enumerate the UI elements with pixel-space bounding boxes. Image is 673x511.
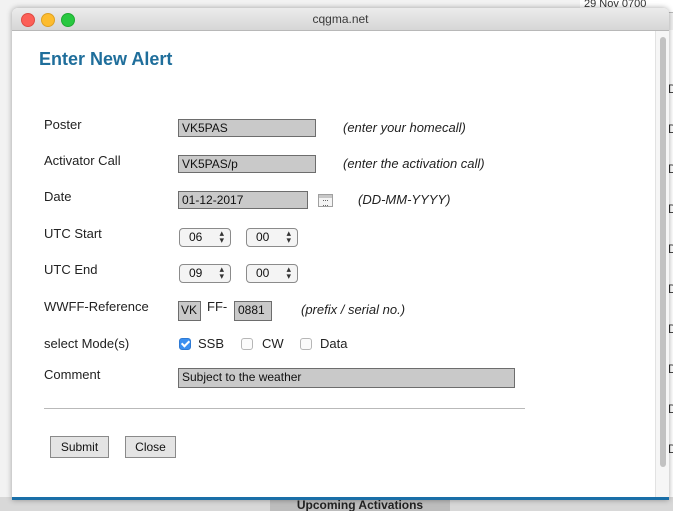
wwff-hint: (prefix / serial no.) bbox=[301, 302, 406, 317]
vertical-scrollbar[interactable] bbox=[655, 31, 669, 497]
utc-end-label: UTC End bbox=[44, 262, 98, 277]
comment-input[interactable]: Subject to the weather bbox=[178, 368, 515, 388]
alert-popup-window: cqgma.net Enter New Alert Poster VK5PAS … bbox=[12, 8, 669, 500]
scrollbar-thumb[interactable] bbox=[660, 37, 666, 467]
window-title: cqgma.net bbox=[312, 12, 369, 26]
updown-arrows-icon: ▴ ▾ bbox=[219, 264, 224, 281]
updown-arrows-icon: ▴ ▾ bbox=[219, 228, 224, 245]
activator-call-label: Activator Call bbox=[44, 153, 121, 168]
comment-label: Comment bbox=[44, 367, 101, 382]
activator-call-input[interactable]: VK5PAS/p bbox=[178, 155, 316, 173]
utc-start-minute-select[interactable]: 00 ▴ ▾ bbox=[246, 228, 298, 247]
wwff-prefix-input[interactable]: VK bbox=[178, 301, 201, 321]
poster-label: Poster bbox=[44, 117, 82, 132]
window-titlebar[interactable]: cqgma.net bbox=[12, 8, 669, 31]
utc-end-minute-value: 00 bbox=[256, 266, 270, 280]
activator-call-hint: (enter the activation call) bbox=[343, 156, 485, 171]
alert-form: Enter New Alert Poster VK5PAS (enter you… bbox=[12, 31, 655, 497]
mode-data-label[interactable]: Data bbox=[320, 336, 347, 351]
date-format-hint: (DD-MM-YYYY) bbox=[358, 192, 451, 207]
calendar-icon[interactable] bbox=[318, 194, 333, 207]
updown-arrows-icon: ▴ ▾ bbox=[286, 264, 291, 281]
utc-end-hour-select[interactable]: 09 ▴ ▾ bbox=[179, 264, 231, 283]
wwff-serial-input[interactable]: 0881 bbox=[234, 301, 272, 321]
utc-end-hour-value: 09 bbox=[189, 266, 203, 280]
poster-input[interactable]: VK5PAS bbox=[178, 119, 316, 137]
wwff-separator: FF- bbox=[207, 299, 228, 314]
wwff-reference-label: WWFF-Reference bbox=[44, 299, 149, 314]
date-input[interactable]: 01-12-2017 bbox=[178, 191, 308, 209]
mode-ssb-checkbox[interactable] bbox=[179, 338, 191, 350]
mode-ssb-label[interactable]: SSB bbox=[198, 336, 224, 351]
poster-hint: (enter your homecall) bbox=[343, 120, 466, 135]
utc-start-label: UTC Start bbox=[44, 226, 102, 241]
date-label: Date bbox=[44, 189, 72, 204]
mode-data-checkbox[interactable] bbox=[300, 338, 312, 350]
utc-start-hour-select[interactable]: 06 ▴ ▾ bbox=[179, 228, 231, 247]
select-modes-label: select Mode(s) bbox=[44, 336, 130, 351]
utc-end-minute-select[interactable]: 00 ▴ ▾ bbox=[246, 264, 298, 283]
utc-start-minute-value: 00 bbox=[256, 230, 270, 244]
form-divider bbox=[44, 408, 525, 409]
submit-button[interactable]: Submit bbox=[50, 436, 109, 458]
window-bottom-accent bbox=[12, 497, 669, 500]
mode-cw-label[interactable]: CW bbox=[262, 336, 284, 351]
close-button[interactable]: Close bbox=[125, 436, 176, 458]
page-title: Enter New Alert bbox=[39, 49, 173, 69]
mode-cw-checkbox[interactable] bbox=[241, 338, 253, 350]
utc-start-hour-value: 06 bbox=[189, 230, 203, 244]
updown-arrows-icon: ▴ ▾ bbox=[286, 228, 291, 245]
